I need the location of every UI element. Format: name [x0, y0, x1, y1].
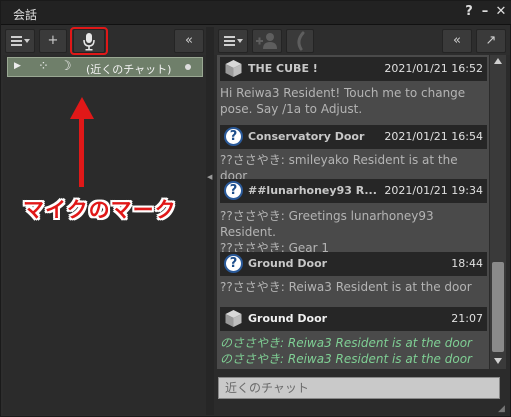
message-header: THE CUBE ! 2021/01/21 16:52	[220, 57, 487, 81]
annotation-arrow-line	[79, 117, 84, 187]
add-conversation-button[interactable]: +	[39, 29, 67, 53]
scroll-down-arrow-icon[interactable]	[494, 358, 502, 364]
conversation-name: (近くのチャット)	[86, 63, 172, 76]
panel-splitter[interactable]: ◀	[206, 27, 214, 415]
message-line: Hi Reiwa3 Resident! Touch me to change	[220, 86, 466, 100]
message-header: ? Ground Door 18:44	[220, 252, 487, 276]
tear-off-button[interactable]: ↗	[476, 29, 506, 53]
chat-scrollbar[interactable]	[490, 55, 506, 369]
message-header: ? Conservatory Door 2021/01/21 16:54	[220, 125, 487, 149]
sender-name[interactable]: ##lunarhoney93 R...	[248, 184, 377, 197]
collapse-left-button[interactable]: «	[174, 29, 204, 53]
question-icon: ?	[224, 254, 243, 273]
list-menu-icon	[224, 36, 243, 46]
chat-history[interactable]: THE CUBE ! 2021/01/21 16:52 Hi Reiwa3 Re…	[217, 55, 489, 369]
message-text: ??ささやき: Greetings lunarhoney93 Resident.…	[220, 208, 488, 256]
sender-name[interactable]: Ground Door	[248, 257, 327, 270]
message-text: のささやき: Reiwa3 Resident is at the door のさ…	[220, 335, 488, 367]
left-toolbar: + «	[3, 27, 206, 55]
message-line: pose. Say /1a to Adjust.	[220, 102, 363, 116]
close-button[interactable]: ✕	[494, 4, 508, 20]
conversation-row-nearby-chat[interactable]: ▶ ⁘ ☽ (近くのチャット)	[7, 57, 203, 77]
title-bar[interactable]: 会話 ? – ✕	[1, 1, 511, 25]
scroll-up-arrow-icon[interactable]	[494, 58, 502, 64]
question-icon: ?	[224, 181, 243, 200]
resize-grip-icon[interactable]: ◢	[498, 404, 505, 414]
status-dot-icon	[185, 64, 191, 70]
message-time: 18:44	[451, 257, 483, 270]
right-toolbar: « ↗	[214, 27, 510, 55]
phone-icon	[297, 31, 305, 51]
message-line: のささやき: Reiwa3 Resident is at the door	[220, 352, 472, 366]
scroll-thumb[interactable]	[492, 262, 504, 352]
microphone-highlight-box	[70, 27, 108, 55]
view-menu-button[interactable]	[5, 29, 35, 53]
chat-panel: « ↗ THE CUBE ! 2021/01/21 16:52 Hi Reiwa…	[214, 27, 510, 415]
phone-icon: ☽	[60, 59, 72, 74]
sender-name[interactable]: Ground Door	[248, 312, 327, 325]
sender-name[interactable]: Conservatory Door	[248, 130, 364, 143]
message-time: 2021/01/21 19:34	[384, 184, 483, 197]
message-header: ? ##lunarhoney93 R... 2021/01/21 19:34	[220, 179, 487, 203]
help-button[interactable]: ?	[462, 4, 476, 20]
list-menu-icon	[11, 36, 30, 46]
message-text: Hi Reiwa3 Resident! Touch me to change p…	[220, 85, 488, 117]
voice-dots-icon: ⁘	[38, 59, 49, 74]
window-title: 会話	[13, 8, 38, 22]
add-friend-button[interactable]	[252, 29, 282, 53]
annotation-arrow-head	[70, 97, 94, 119]
message-line: ??ささやき: Greetings lunarhoney93 Resident.	[220, 209, 434, 239]
message-time: 21:07	[451, 312, 483, 325]
question-icon: ?	[224, 127, 243, 146]
conversations-window: 会話 ? – ✕ + « ▶ ⁘ ☽ (近くのチャット) マイクのマーク ◀ «…	[0, 0, 511, 417]
chat-view-menu-button[interactable]	[218, 29, 248, 53]
expand-triangle-icon[interactable]: ▶	[14, 61, 21, 71]
minimize-button[interactable]: –	[478, 4, 492, 20]
cube-icon	[224, 59, 243, 78]
call-button[interactable]	[286, 29, 314, 53]
chat-input[interactable]: 近くのチャット	[218, 377, 500, 399]
splitter-grip-icon: ◀	[207, 173, 213, 181]
message-text: ??ささやき: Reiwa3 Resident is at the door	[220, 279, 488, 295]
message-time: 2021/01/21 16:52	[384, 62, 483, 75]
cube-icon	[224, 309, 243, 328]
message-time: 2021/01/21 16:54	[384, 130, 483, 143]
conversation-list-panel: + « ▶ ⁘ ☽ (近くのチャット) マイクのマーク	[3, 27, 206, 415]
collapse-right-button[interactable]: «	[442, 29, 472, 53]
message-header: Ground Door 21:07	[220, 307, 487, 331]
message-line: のささやき: Reiwa3 Resident is at the door	[220, 336, 472, 350]
message-line: ??ささやき: Reiwa3 Resident is at the door	[220, 280, 472, 294]
sender-name[interactable]: THE CUBE !	[248, 62, 318, 75]
annotation-label: マイクのマーク	[23, 198, 177, 222]
add-person-icon	[256, 33, 277, 49]
